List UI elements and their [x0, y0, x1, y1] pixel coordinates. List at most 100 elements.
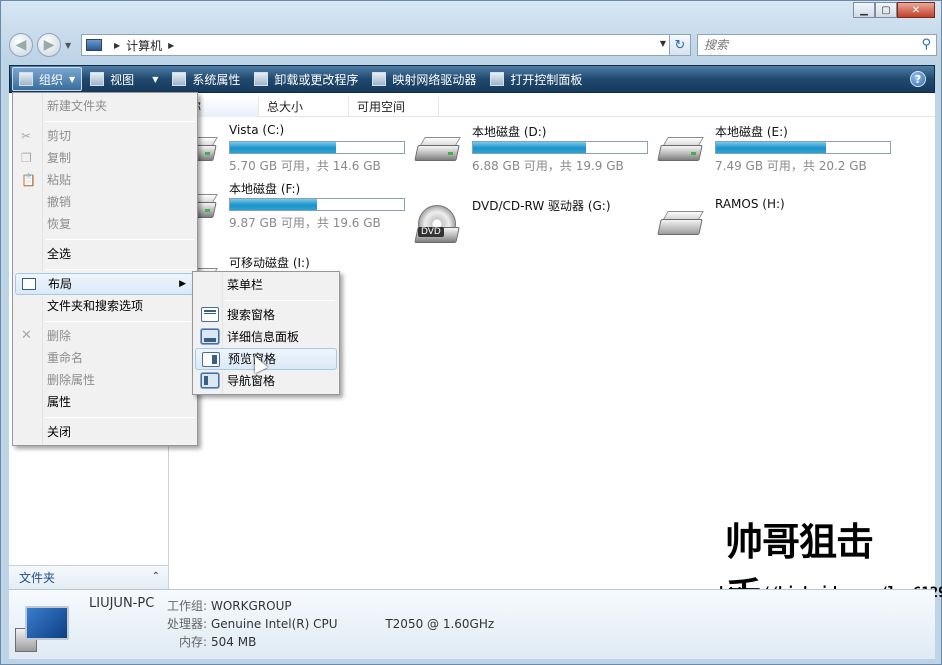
system-properties-label: 系统属性: [192, 72, 241, 87]
drive-usage-bar: [229, 198, 405, 211]
chevron-down-icon: ▼: [69, 74, 76, 84]
organize-icon: [19, 72, 33, 86]
processor-row: 处理器: Genuine Intel(R) CPU T2050 @ 1.60GHz: [163, 615, 494, 632]
back-arrow-icon: ◀: [15, 37, 27, 53]
drive-usage-bar: [715, 141, 891, 154]
breadcrumb-location[interactable]: 计算机: [126, 37, 162, 54]
drive-name: 本地磁盘 (F:): [229, 182, 301, 196]
dvd-drive-icon: DVD: [414, 205, 460, 243]
menu-item-label: 粘贴: [47, 173, 72, 187]
copy-icon: ❐: [21, 151, 32, 165]
drive-item[interactable]: Vista (C:) 5.70 GB 可用，共 14.6 GB: [171, 123, 405, 173]
menu-item-label: 剪切: [47, 129, 72, 143]
help-icon[interactable]: ?: [910, 71, 926, 87]
drive-item[interactable]: 本地磁盘 (E:) 7.49 GB 可用，共 20.2 GB: [657, 123, 891, 173]
search-box[interactable]: ⚲: [697, 34, 937, 56]
menu-item-navigation-pane[interactable]: 导航窗格: [195, 370, 337, 392]
folders-toggle[interactable]: 文件夹 ⌃: [9, 565, 168, 589]
hard-drive-icon: [414, 137, 461, 165]
menu-item-select-all[interactable]: 全选: [15, 243, 195, 265]
breadcrumb-separator-icon[interactable]: ▶: [114, 41, 120, 50]
drive-name: 本地磁盘 (E:): [715, 125, 788, 139]
command-bar: 组织 ▼ 视图 ▼ 系统属性 卸载或更改程序 映射网络驱动器 打开控制面板 ?: [9, 65, 935, 93]
menu-item-close[interactable]: 关闭: [15, 421, 195, 443]
menu-item-search-pane[interactable]: 搜索窗格: [195, 304, 337, 326]
close-icon[interactable]: ✕: [897, 2, 935, 18]
drive-name: RAMOS (H:): [715, 197, 785, 211]
menu-item-paste[interactable]: 📋 粘贴: [15, 169, 195, 191]
drive-item[interactable]: 本地磁盘 (D:) 6.88 GB 可用，共 19.9 GB: [414, 123, 648, 173]
address-dropdown-icon[interactable]: ▼: [660, 39, 666, 48]
minimize-icon[interactable]: ▁: [853, 2, 875, 18]
menu-item-label: 详细信息面板: [227, 330, 300, 344]
drive-size: 6.88 GB 可用，共 19.9 GB: [472, 159, 624, 173]
menu-item-details-pane[interactable]: 详细信息面板: [195, 326, 337, 348]
paste-icon: 📋: [21, 173, 36, 187]
menu-item-cut[interactable]: ✂ 剪切: [15, 125, 195, 147]
search-input[interactable]: [698, 35, 898, 55]
memory-label: 内存:: [178, 635, 207, 649]
drive-item[interactable]: RAMOS (H:): [657, 197, 887, 247]
network-drive-icon: [372, 72, 387, 86]
processor-label: 处理器:: [166, 617, 207, 631]
menu-item-layout[interactable]: 布局 ▶: [15, 273, 195, 295]
menu-item-folder-options[interactable]: 文件夹和搜索选项: [15, 295, 195, 317]
drive-item[interactable]: DVD DVD/CD-RW 驱动器 (G:): [414, 197, 644, 247]
memory-value: 504 MB: [211, 635, 257, 649]
cut-icon: ✂: [21, 129, 32, 143]
views-icon: [90, 72, 105, 86]
menu-item-remove-properties[interactable]: 删除属性: [15, 369, 195, 391]
caption-buttons: ▁ ▢ ✕: [853, 2, 935, 18]
uninstall-programs-button[interactable]: 卸载或更改程序: [248, 67, 364, 91]
menu-item-label: 复制: [47, 151, 72, 165]
navigation-row: ◀ ▶ ▼ ▶ 计算机 ▶ ▼ ↻ ⚲: [9, 31, 937, 59]
drive-usage-fill: [473, 142, 587, 153]
menu-item-undo[interactable]: 撤销: [15, 191, 195, 213]
drive-usage-fill: [230, 142, 337, 153]
forward-button[interactable]: ▶: [37, 33, 61, 57]
organize-menu: 新建文件夹 ✂ 剪切 ❐ 复制 📋 粘贴 撤销 恢复 全选 布局 ▶ 文件夹和搜…: [12, 92, 198, 446]
menu-item-properties[interactable]: 属性: [15, 391, 195, 413]
menu-item-delete[interactable]: ✕ 删除: [15, 325, 195, 347]
workgroup-row: 工作组: WORKGROUP: [163, 597, 292, 614]
breadcrumb-separator-icon[interactable]: ▶: [168, 41, 174, 50]
maximize-icon[interactable]: ▢: [875, 2, 897, 18]
drive-name: 可移动磁盘 (I:): [229, 256, 310, 270]
history-dropdown-icon[interactable]: ▼: [65, 41, 71, 50]
drive-item[interactable]: 本地磁盘 (F:) 9.87 GB 可用，共 19.6 GB: [171, 180, 405, 230]
column-header-row: 名称 总大小 可用空间: [169, 97, 935, 117]
layout-icon: [22, 278, 36, 290]
drive-size: 7.49 GB 可用，共 20.2 GB: [715, 159, 867, 173]
map-network-drive-button[interactable]: 映射网络驱动器: [366, 67, 482, 91]
chevron-up-icon: ⌃: [151, 571, 160, 582]
column-header-free-space[interactable]: 可用空间: [349, 97, 439, 117]
system-properties-icon: [172, 72, 187, 86]
programs-icon: [254, 72, 269, 86]
drive-usage-fill: [230, 199, 317, 210]
column-header-total-size[interactable]: 总大小: [259, 97, 349, 117]
submenu-arrow-icon: ▶: [179, 279, 186, 289]
views-button[interactable]: 视图 ▼: [84, 67, 164, 91]
computer-large-icon: [15, 604, 73, 652]
chevron-down-icon: ▼: [152, 74, 159, 84]
organize-button[interactable]: 组织 ▼: [12, 67, 83, 91]
menu-item-redo[interactable]: 恢复: [15, 213, 195, 235]
folders-label: 文件夹: [19, 571, 56, 585]
refresh-button[interactable]: ↻: [669, 34, 691, 56]
refresh-icon: ↻: [674, 37, 686, 53]
organize-label: 组织: [39, 72, 64, 87]
menu-item-new-folder[interactable]: 新建文件夹: [15, 95, 195, 117]
drive-name: 本地磁盘 (D:): [472, 125, 547, 139]
processor-value: Genuine Intel(R) CPU: [211, 617, 338, 631]
menu-item-rename[interactable]: 重命名: [15, 347, 195, 369]
menu-item-copy[interactable]: ❐ 复制: [15, 147, 195, 169]
computer-icon: [86, 39, 102, 51]
system-properties-button[interactable]: 系统属性: [166, 67, 246, 91]
search-icon[interactable]: ⚲: [921, 37, 931, 52]
back-button[interactable]: ◀: [9, 33, 33, 57]
drive-name: DVD/CD-RW 驱动器 (G:): [472, 199, 611, 213]
open-control-panel-button[interactable]: 打开控制面板: [484, 67, 588, 91]
removable-drive-icon: [657, 211, 704, 239]
menu-item-menu-bar[interactable]: 菜单栏: [195, 274, 337, 296]
address-bar[interactable]: ▶ 计算机 ▶ ▼: [81, 34, 671, 56]
